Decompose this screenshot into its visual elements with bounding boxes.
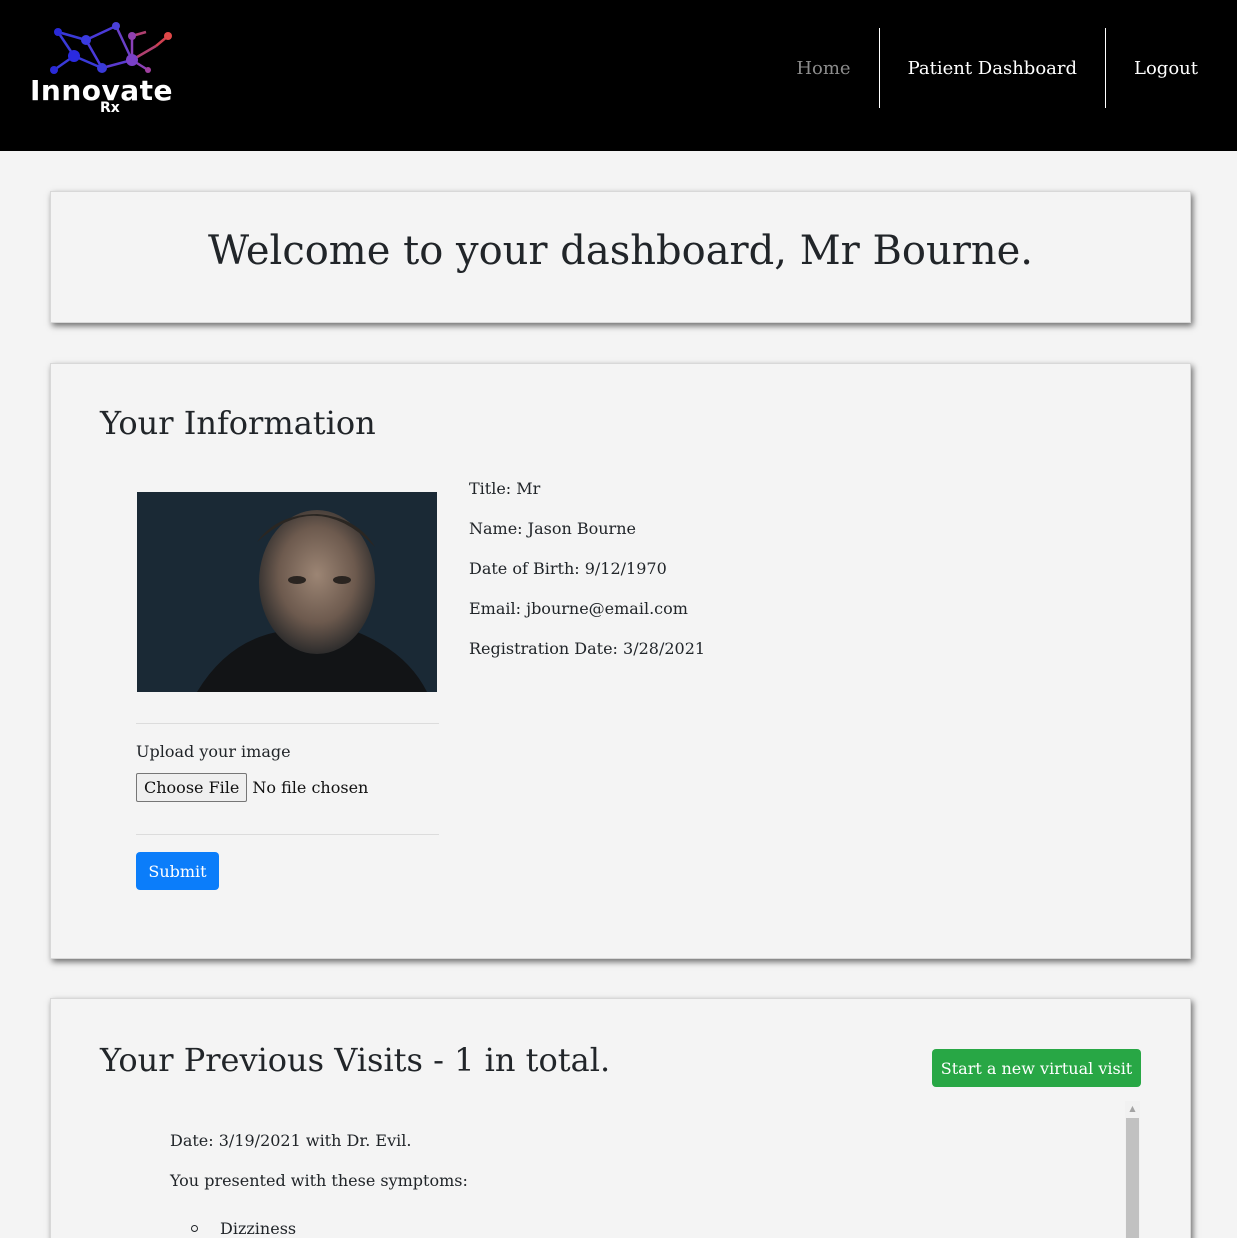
logo[interactable]: Innovate Rx bbox=[28, 18, 200, 118]
page-title: Welcome to your dashboard, Mr Bourne. bbox=[208, 228, 1033, 274]
file-status: No file chosen bbox=[252, 778, 369, 797]
symptom-list: Dizziness bbox=[191, 1219, 296, 1238]
choose-file-button[interactable]: Choose File bbox=[136, 773, 248, 802]
visit-symptoms-intro: You presented with these symptoms: bbox=[170, 1171, 468, 1190]
visits-card: Your Previous Visits - 1 in total. Start… bbox=[50, 998, 1191, 1238]
symptom-label: Dizziness bbox=[220, 1219, 297, 1238]
divider bbox=[136, 723, 439, 724]
visits-title: Your Previous Visits - 1 in total. bbox=[100, 1041, 611, 1079]
scroll-up-icon[interactable]: ▲ bbox=[1125, 1103, 1140, 1115]
submit-button[interactable]: Submit bbox=[136, 852, 219, 890]
field-email: Email: jbourne@email.com bbox=[469, 599, 688, 618]
information-fields: Title: Mr Name: Jason Bourne Date of Bir… bbox=[469, 478, 705, 678]
scrollbar-thumb[interactable] bbox=[1126, 1118, 1139, 1238]
main-nav: Home Patient Dashboard Logout bbox=[768, 28, 1237, 108]
visit-date: Date: 3/19/2021 with Dr. Evil. bbox=[170, 1131, 412, 1150]
new-visit-button[interactable]: Start a new virtual visit bbox=[932, 1049, 1141, 1087]
field-title: Title: Mr bbox=[469, 479, 541, 498]
nav-home[interactable]: Home bbox=[768, 28, 878, 108]
information-title: Your Information bbox=[100, 404, 376, 442]
field-name: Name: Jason Bourne bbox=[469, 519, 636, 538]
site-header: Innovate Rx Home Patient Dashboard Logou… bbox=[0, 0, 1237, 151]
nav-logout[interactable]: Logout bbox=[1105, 28, 1237, 108]
upload-label: Upload your image bbox=[136, 742, 291, 761]
bullet-icon bbox=[191, 1225, 198, 1232]
divider bbox=[136, 834, 439, 835]
portrait-image bbox=[137, 492, 437, 692]
scrollbar[interactable]: ▲ bbox=[1125, 1101, 1140, 1238]
logo-subtext: Rx bbox=[100, 100, 120, 116]
list-item: Dizziness bbox=[191, 1219, 296, 1238]
patient-photo bbox=[137, 492, 437, 692]
nav-patient-dashboard[interactable]: Patient Dashboard bbox=[878, 28, 1105, 108]
file-input: Choose File No file chosen bbox=[136, 773, 368, 802]
information-card: Your Information Title: Mr Name: Jason B… bbox=[50, 363, 1191, 959]
field-registration-date: Registration Date: 3/28/2021 bbox=[469, 639, 706, 658]
field-dob: Date of Birth: 9/12/1970 bbox=[469, 559, 667, 578]
welcome-card: Welcome to your dashboard, Mr Bourne. bbox=[50, 191, 1191, 323]
